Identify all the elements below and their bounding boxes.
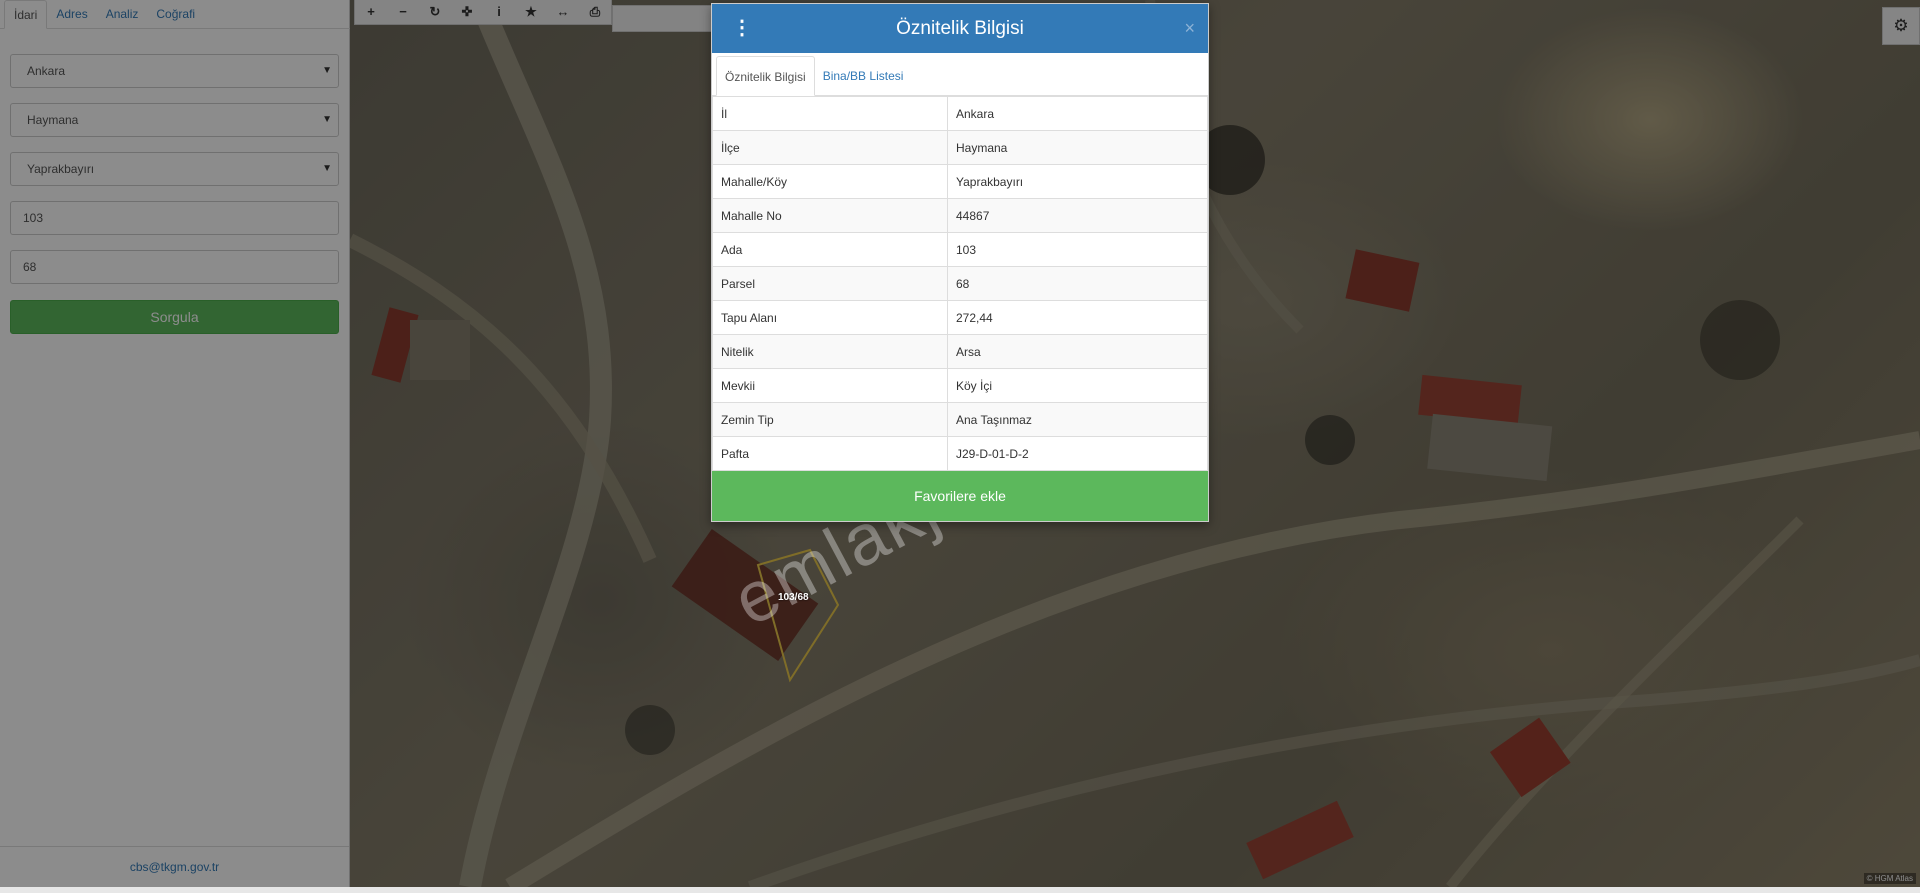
table-row: Pafta J29-D-01-D-2	[712, 436, 1208, 471]
attribute-value: J29-D-01-D-2	[947, 436, 1208, 471]
attribute-value: Ankara	[947, 96, 1208, 131]
tab-bina-listesi[interactable]: Bina/BB Listesi	[815, 56, 912, 95]
attribute-value: 68	[947, 266, 1208, 301]
bottom-strip	[0, 887, 1920, 893]
attribute-key: Zemin Tip	[712, 402, 948, 437]
table-row: Mahalle/Köy Yaprakbayırı	[712, 164, 1208, 199]
attribute-value: Arsa	[947, 334, 1208, 369]
table-row: Parsel 68	[712, 266, 1208, 301]
attribute-key: Mahalle No	[712, 198, 948, 233]
attribute-value: Ana Taşınmaz	[947, 402, 1208, 437]
attribute-value: Yaprakbayırı	[947, 164, 1208, 199]
attribute-value: Haymana	[947, 130, 1208, 165]
attribute-key: Mahalle/Köy	[712, 164, 948, 199]
table-row: Zemin Tip Ana Taşınmaz	[712, 402, 1208, 437]
attribute-key: İl	[712, 96, 948, 131]
modal-header: ⋮ Öznitelik Bilgisi ×	[712, 4, 1208, 53]
attribute-table: İl Ankara İlçe Haymana Mahalle/Köy Yaprakbayı…	[712, 96, 1208, 471]
table-row: Tapu Alanı 272,44	[712, 300, 1208, 335]
table-row: Nitelik Arsa	[712, 334, 1208, 369]
attribute-key: Mevkii	[712, 368, 948, 403]
kebab-menu-icon[interactable]: ⋮	[732, 17, 752, 39]
table-row: İl Ankara	[712, 96, 1208, 131]
table-row: Mahalle No 44867	[712, 198, 1208, 233]
attribute-key: Nitelik	[712, 334, 948, 369]
attribute-key: İlçe	[712, 130, 948, 165]
attribute-value: 272,44	[947, 300, 1208, 335]
attribute-value: 44867	[947, 198, 1208, 233]
attribute-key: Pafta	[712, 436, 948, 471]
add-favorite-button[interactable]: Favorilere ekle	[712, 471, 1208, 521]
close-icon[interactable]: ×	[1184, 18, 1195, 39]
table-row: Ada 103	[712, 232, 1208, 267]
attribute-key: Tapu Alanı	[712, 300, 948, 335]
table-row: İlçe Haymana	[712, 130, 1208, 165]
tab-oznitelik[interactable]: Öznitelik Bilgisi	[716, 56, 815, 96]
modal-tabs: Öznitelik Bilgisi Bina/BB Listesi	[712, 53, 1208, 96]
attribute-value: Köy İçi	[947, 368, 1208, 403]
modal-title: Öznitelik Bilgisi	[896, 18, 1024, 39]
table-row: Mevkii Köy İçi	[712, 368, 1208, 403]
attribute-key: Parsel	[712, 266, 948, 301]
attribute-key: Ada	[712, 232, 948, 267]
attribute-modal: ⋮ Öznitelik Bilgisi × Öznitelik Bilgisi …	[711, 3, 1209, 522]
attribute-value: 103	[947, 232, 1208, 267]
